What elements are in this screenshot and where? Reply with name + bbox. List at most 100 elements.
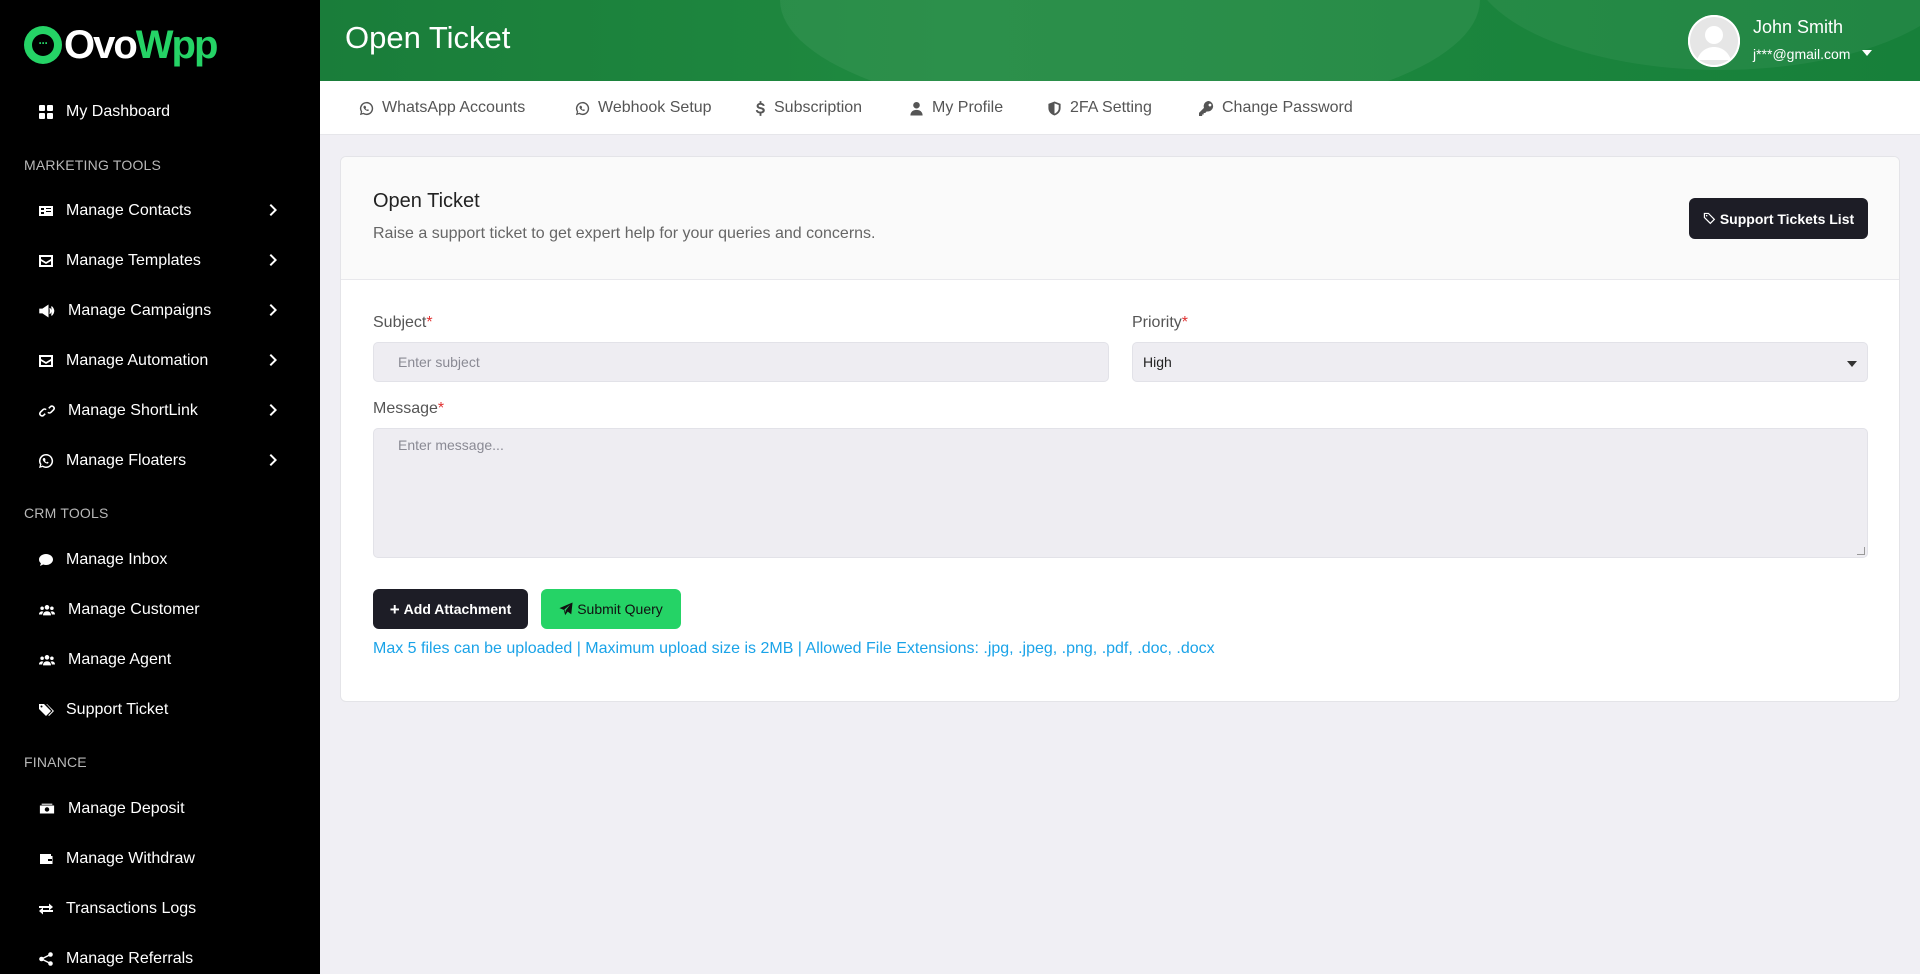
button-label: Support Tickets List xyxy=(1719,210,1855,227)
subnav-label: My Profile xyxy=(932,99,1004,116)
caret-down-icon[interactable] xyxy=(1862,50,1872,56)
sidebar-item-label: Manage Withdraw xyxy=(66,850,195,867)
sidebar-item-manage-referrals[interactable]: Manage Referrals xyxy=(38,944,288,974)
cash-icon xyxy=(38,801,56,817)
tag-icon xyxy=(1703,212,1716,225)
chevron-right-icon xyxy=(269,453,281,467)
logo[interactable]: ··· OvoWpp xyxy=(24,23,218,67)
card-title: Open Ticket xyxy=(373,190,480,212)
sidebar: ··· OvoWpp My Dashboard MARKETING TOOLS … xyxy=(0,0,320,974)
megaphone-icon xyxy=(38,303,56,319)
resize-handle[interactable] xyxy=(1857,547,1865,555)
tags-icon xyxy=(38,702,54,718)
sidebar-item-label: Manage Contacts xyxy=(66,202,192,219)
top-header: Open Ticket John Smith j***@gmail.com xyxy=(320,0,1920,81)
message-textarea[interactable]: Enter message... xyxy=(373,428,1868,558)
message-label: Message* xyxy=(373,400,444,418)
message-placeholder: Enter message... xyxy=(398,437,504,453)
sidebar-item-label: Manage Deposit xyxy=(68,800,185,817)
chevron-right-icon xyxy=(269,303,281,317)
wallet-icon xyxy=(38,851,54,867)
logo-icon: ··· xyxy=(24,26,62,64)
sidebar-item-manage-agent[interactable]: Manage Agent xyxy=(38,645,288,675)
label-text: Subject xyxy=(373,314,427,331)
sidebar-item-label: Manage Automation xyxy=(66,352,209,369)
required-mark: * xyxy=(437,400,445,417)
sidebar-item-manage-inbox[interactable]: Manage Inbox xyxy=(38,545,288,575)
envelope-icon xyxy=(38,353,54,369)
exchange-icon xyxy=(38,901,54,917)
subject-placeholder: Enter subject xyxy=(398,354,480,370)
required-mark: * xyxy=(1181,314,1189,331)
sidebar-item-dashboard[interactable]: My Dashboard xyxy=(38,97,288,127)
sidebar-item-manage-contacts[interactable]: Manage Contacts xyxy=(38,196,281,226)
chevron-right-icon xyxy=(269,403,281,417)
submit-query-button[interactable]: Submit Query xyxy=(541,589,681,629)
add-attachment-button[interactable]: + Add Attachment xyxy=(373,589,528,629)
subnav-whatsapp-accounts[interactable]: WhatsApp Accounts xyxy=(358,98,525,118)
sidebar-item-manage-customer[interactable]: Manage Customer xyxy=(38,595,288,625)
section-label-marketing: MARKETING TOOLS xyxy=(24,157,162,173)
page-title: Open Ticket xyxy=(345,20,511,55)
logo-text: OvoWpp xyxy=(64,23,218,67)
whatsapp-icon xyxy=(38,453,54,469)
card-subtitle: Raise a support ticket to get expert hel… xyxy=(373,225,876,242)
chevron-right-icon xyxy=(269,353,281,367)
sidebar-item-label: Manage Campaigns xyxy=(68,302,212,319)
user-email[interactable]: j***@gmail.com xyxy=(1753,46,1850,62)
sidebar-item-label: Manage Customer xyxy=(68,601,200,618)
dashboard-icon xyxy=(38,104,54,120)
sidebar-item-manage-floaters[interactable]: Manage Floaters xyxy=(38,446,281,476)
envelope-icon xyxy=(38,253,54,269)
sidebar-item-support-ticket[interactable]: Support Ticket xyxy=(38,695,288,725)
sidebar-item-label: Manage Floaters xyxy=(66,452,187,469)
section-label-crm: CRM TOOLS xyxy=(24,505,109,521)
sidebar-item-manage-withdraw[interactable]: Manage Withdraw xyxy=(38,844,288,874)
chat-icon xyxy=(38,552,54,568)
priority-label: Priority* xyxy=(1132,314,1188,332)
link-icon xyxy=(38,403,56,419)
sidebar-item-manage-deposit[interactable]: Manage Deposit xyxy=(38,794,288,824)
sidebar-item-label: Manage ShortLink xyxy=(68,402,198,419)
shield-icon xyxy=(1046,100,1062,116)
subnav-label: Change Password xyxy=(1222,99,1353,116)
key-icon xyxy=(1198,100,1214,116)
required-mark: * xyxy=(426,314,433,331)
chevron-right-icon xyxy=(269,203,281,217)
sidebar-item-label: Manage Referrals xyxy=(66,950,194,967)
share-icon xyxy=(38,951,54,967)
subnav-my-profile[interactable]: My Profile xyxy=(908,98,1003,118)
sidebar-item-transactions-logs[interactable]: Transactions Logs xyxy=(38,894,288,924)
header-decoration xyxy=(780,0,1480,81)
sidebar-item-label: Support Ticket xyxy=(66,701,169,718)
caret-down-icon xyxy=(1847,361,1857,367)
subject-input[interactable]: Enter subject xyxy=(373,342,1109,382)
sidebar-item-label: Transactions Logs xyxy=(66,900,197,917)
whatsapp-icon xyxy=(574,100,590,116)
user-name[interactable]: John Smith xyxy=(1753,17,1843,38)
avatar[interactable] xyxy=(1688,15,1740,67)
button-label: Add Attachment xyxy=(403,601,512,617)
subnav-label: WhatsApp Accounts xyxy=(382,99,526,116)
sidebar-item-manage-campaigns[interactable]: Manage Campaigns xyxy=(38,296,281,326)
section-label-finance: FINANCE xyxy=(24,754,87,770)
paper-plane-icon xyxy=(559,602,573,616)
sidebar-item-label: Manage Templates xyxy=(66,252,201,269)
sidebar-item-manage-automation[interactable]: Manage Automation xyxy=(38,346,281,376)
label-text: Priority xyxy=(1132,314,1182,331)
sidebar-item-manage-shortlink[interactable]: Manage ShortLink xyxy=(38,396,281,426)
subnav-2fa-setting[interactable]: 2FA Setting xyxy=(1046,98,1152,118)
subnav-label: 2FA Setting xyxy=(1070,99,1152,116)
priority-select[interactable]: High xyxy=(1132,342,1868,382)
button-label: Submit Query xyxy=(577,601,663,617)
subnav-subscription[interactable]: Subscription xyxy=(754,98,862,118)
users-icon xyxy=(38,602,56,618)
priority-value: High xyxy=(1143,354,1172,370)
support-tickets-list-button[interactable]: Support Tickets List xyxy=(1689,198,1868,239)
subnav-webhook-setup[interactable]: Webhook Setup xyxy=(574,98,712,118)
sidebar-item-label: Manage Inbox xyxy=(66,551,168,568)
whatsapp-icon xyxy=(358,100,374,116)
label-text: Message xyxy=(373,400,438,417)
sidebar-item-manage-templates[interactable]: Manage Templates xyxy=(38,246,281,276)
subnav-change-password[interactable]: Change Password xyxy=(1198,98,1353,118)
